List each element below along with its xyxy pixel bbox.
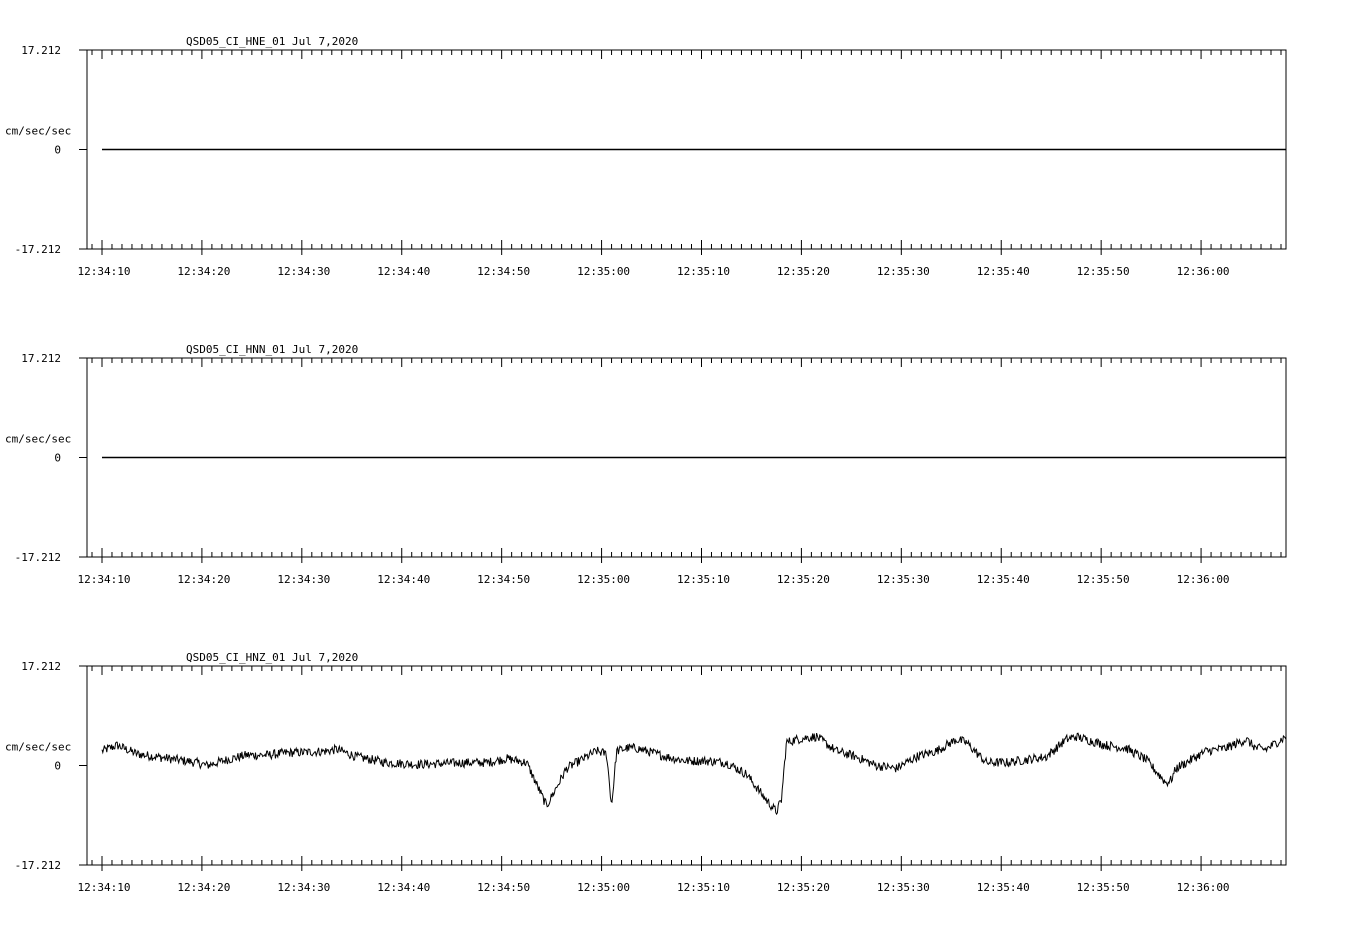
y-tick-label-min: -17.212 [15,859,61,872]
waveform-trace [101,732,1287,816]
y-axis-label: cm/sec/sec [5,433,71,446]
x-tick-label: 12:35:50 [1077,881,1130,894]
y-tick-label-max: 17.212 [21,352,61,365]
x-tick-label: 12:35:10 [677,265,730,278]
x-tick-label: 12:35:50 [1077,265,1130,278]
x-tick-label: 12:35:30 [877,265,930,278]
x-tick-label: 12:35:00 [577,573,630,586]
x-tick-label: 12:35:40 [977,573,1030,586]
x-tick-label: 12:36:00 [1177,573,1230,586]
x-tick-label: 12:34:20 [177,573,230,586]
x-tick-label: 12:35:50 [1077,573,1130,586]
x-tick-label: 12:34:50 [477,265,530,278]
y-axis-label: cm/sec/sec [5,741,71,754]
x-tick-label: 12:35:20 [777,573,830,586]
x-tick-label: 12:35:10 [677,573,730,586]
y-tick-label-min: -17.212 [15,243,61,256]
x-tick-label: 12:34:20 [177,881,230,894]
y-axis-label: cm/sec/sec [5,125,71,138]
x-tick-label: 12:35:30 [877,573,930,586]
x-tick-label: 12:34:50 [477,573,530,586]
x-tick-label: 12:36:00 [1177,881,1230,894]
x-tick-label: 12:35:20 [777,265,830,278]
x-tick-label: 12:34:30 [277,881,330,894]
y-tick-label-zero: 0 [54,760,61,773]
x-tick-label: 12:34:10 [77,265,130,278]
x-tick-label: 12:34:10 [77,881,130,894]
y-tick-label-max: 17.212 [21,44,61,57]
y-tick-label-min: -17.212 [15,551,61,564]
x-tick-label: 12:34:30 [277,265,330,278]
x-tick-label: 12:36:00 [1177,265,1230,278]
chart-title: QSD05_CI_HNZ_01 Jul 7,2020 [186,651,358,664]
x-tick-label: 12:35:40 [977,881,1030,894]
x-tick-label: 12:35:10 [677,881,730,894]
x-tick-label: 12:34:50 [477,881,530,894]
x-tick-label: 12:34:10 [77,573,130,586]
x-tick-label: 12:35:20 [777,881,830,894]
seismogram-page: QSD05_CI_HNE_01 Jul 7,2020 17.212 0 -17.212… [0,0,1358,924]
x-tick-label: 12:34:40 [377,573,430,586]
seismogram-figure: QSD05_CI_HNE_01 Jul 7,2020 17.212 0 -17.212… [5,35,1287,894]
x-tick-label: 12:34:20 [177,265,230,278]
x-tick-label: 12:35:00 [577,881,630,894]
chart-title: QSD05_CI_HNN_01 Jul 7,2020 [186,343,358,356]
x-tick-label: 12:35:00 [577,265,630,278]
y-tick-label-zero: 0 [54,452,61,465]
chart-title: QSD05_CI_HNE_01 Jul 7,2020 [186,35,358,48]
x-tick-label: 12:35:30 [877,881,930,894]
x-tick-label: 12:34:40 [377,265,430,278]
x-tick-label: 12:34:30 [277,573,330,586]
x-tick-label: 12:35:40 [977,265,1030,278]
y-tick-label-max: 17.212 [21,660,61,673]
plot-frame [86,665,1287,866]
y-tick-label-zero: 0 [54,144,61,157]
x-tick-label: 12:34:40 [377,881,430,894]
